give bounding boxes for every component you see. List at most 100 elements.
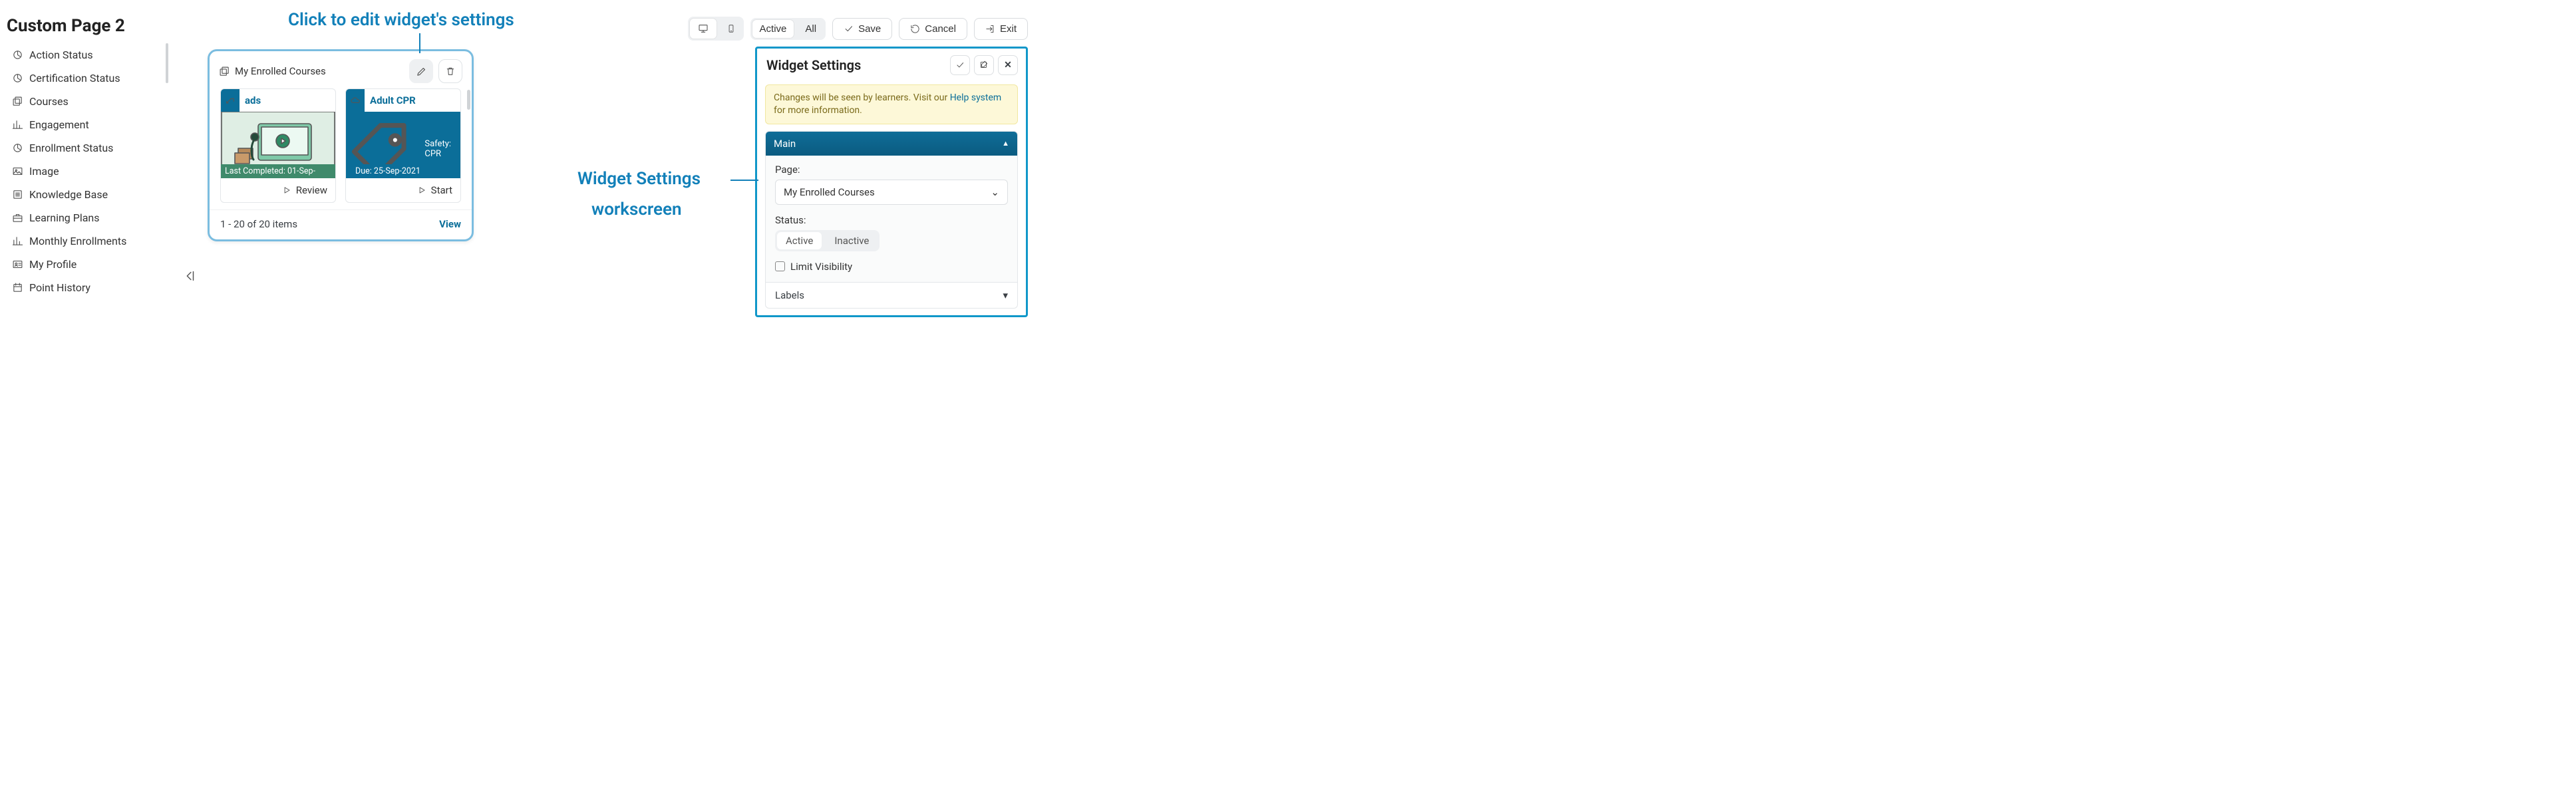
mobile-view-button[interactable] (719, 17, 744, 41)
chevron-up-icon: ▲ (1002, 139, 1009, 148)
annotation: Widget Settings (577, 169, 701, 189)
save-button[interactable]: Save (832, 18, 892, 40)
course-thumbnail: Safety: CPR Due: 25-Sep-2021 (346, 112, 460, 178)
view-all-link[interactable]: View (439, 218, 461, 230)
sidebar-item[interactable]: Engagement (12, 113, 168, 136)
filter-active-button[interactable]: Active (752, 20, 794, 38)
help-link[interactable]: Help system (950, 92, 1002, 103)
image-icon (12, 166, 23, 177)
briefcase-icon (12, 212, 23, 223)
course-card[interactable]: ads Last Completed: 01-Sep- (220, 88, 336, 203)
annotation-line (419, 33, 420, 53)
card-badge: Due: 25-Sep-2021 (346, 164, 460, 178)
exit-button[interactable]: Exit (974, 18, 1028, 40)
sidebar-item[interactable]: Certification Status (12, 66, 168, 90)
card-tag-label: Safety: CPR (424, 139, 455, 159)
sidebar: Action Status Certification Status Courses… (12, 43, 168, 299)
card-title: ads (245, 94, 261, 106)
sidebar-item-label: Action Status (29, 49, 93, 61)
sidebar-item[interactable]: Learning Plans (12, 206, 168, 229)
panel-title: Widget Settings (766, 57, 946, 73)
sidebar-item-label: Certification Status (29, 72, 120, 84)
status-filter-toggle: Active All (750, 18, 826, 40)
page-title: Custom Page 2 (7, 16, 125, 36)
edit-panel-button[interactable] (974, 55, 994, 75)
sidebar-item-label: Image (29, 165, 59, 178)
sidebar-item[interactable]: My Profile (12, 253, 168, 276)
confirm-button[interactable] (950, 55, 970, 75)
limit-visibility-checkbox[interactable]: Limit Visibility (775, 261, 1008, 273)
cloud-icon (346, 89, 365, 112)
course-card[interactable]: Adult CPR Safety: CPR Due: 25-Sep-2021 S… (345, 88, 461, 203)
alert-text-post: for more information. (774, 105, 862, 116)
share-icon (221, 89, 240, 112)
sidebar-scrollbar[interactable] (166, 43, 168, 83)
collapse-sidebar-button[interactable] (182, 269, 197, 283)
widget-settings-panel: Widget Settings ✕ Changes will be seen b… (755, 47, 1028, 317)
annotation-line (730, 180, 758, 181)
section-main-header[interactable]: Main ▲ (766, 132, 1017, 156)
sidebar-item[interactable]: Action Status (12, 43, 168, 66)
idcard-icon (12, 259, 23, 270)
status-inactive-option[interactable]: Inactive (824, 230, 880, 251)
exit-label: Exit (1000, 23, 1017, 35)
desktop-view-button[interactable] (690, 19, 717, 39)
save-label: Save (858, 23, 881, 35)
sidebar-item-label: Monthly Enrollments (29, 235, 126, 247)
status-field-label: Status: (775, 214, 1008, 226)
page-select-value: My Enrolled Courses (784, 186, 875, 198)
section-main-label: Main (774, 138, 796, 150)
cards-scrollbar[interactable] (467, 90, 470, 110)
bars-icon (12, 119, 23, 130)
course-thumbnail: Last Completed: 01-Sep- (221, 112, 335, 178)
pie-icon (12, 72, 23, 84)
sidebar-item-label: Engagement (29, 118, 89, 131)
sidebar-item[interactable]: Courses (12, 90, 168, 113)
filter-all-button[interactable]: All (796, 18, 826, 40)
annotation: Click to edit widget's settings (288, 10, 514, 30)
sidebar-item[interactable]: Knowledge Base (12, 183, 168, 206)
cancel-button[interactable]: Cancel (899, 18, 967, 40)
section-labels-label: Labels (775, 289, 804, 301)
device-toggle (688, 17, 744, 41)
chevron-down-icon: ⌄ (991, 186, 999, 198)
page-field-label: Page: (775, 164, 1008, 176)
bars-icon (12, 235, 23, 247)
sidebar-item[interactable]: Image (12, 160, 168, 183)
enrolled-courses-widget: My Enrolled Courses ads (208, 49, 474, 241)
chevron-down-icon: ▾ (1003, 289, 1008, 301)
course-cards: ads Last Completed: 01-Sep- (210, 88, 472, 209)
sidebar-item-label: Knowledge Base (29, 188, 108, 201)
calendar-icon (12, 282, 23, 293)
sidebar-item-label: Enrollment Status (29, 142, 113, 154)
card-action-label: Start (431, 184, 452, 196)
cancel-label: Cancel (925, 23, 956, 35)
card-action-label: Review (296, 184, 327, 196)
copy-icon (12, 96, 23, 107)
sidebar-item-label: Point History (29, 281, 90, 294)
panel-alert: Changes will be seen by learners. Visit … (765, 84, 1018, 124)
sidebar-item[interactable]: Point History (12, 276, 168, 299)
page-select[interactable]: My Enrolled Courses ⌄ (775, 180, 1008, 205)
sidebar-item[interactable]: Monthly Enrollments (12, 229, 168, 253)
card-action-review[interactable]: Review (221, 178, 335, 202)
sidebar-item[interactable]: Enrollment Status (12, 136, 168, 160)
section-labels-header[interactable]: Labels ▾ (765, 283, 1018, 309)
limit-visibility-label: Limit Visibility (790, 261, 852, 273)
widget-title: My Enrolled Courses (219, 65, 404, 77)
edit-widget-button[interactable] (409, 59, 433, 83)
annotation: workscreen (591, 200, 682, 219)
checkbox-box (775, 261, 785, 271)
alert-text: Changes will be seen by learners. Visit … (774, 92, 950, 103)
status-active-option[interactable]: Active (777, 232, 822, 249)
sidebar-item-label: Learning Plans (29, 211, 100, 224)
card-badge: Last Completed: 01-Sep- (221, 164, 335, 178)
list-icon (12, 189, 23, 200)
card-title: Adult CPR (370, 94, 416, 106)
close-panel-button[interactable]: ✕ (998, 55, 1018, 75)
pie-icon (12, 49, 23, 61)
card-action-start[interactable]: Start (346, 178, 460, 202)
delete-widget-button[interactable] (438, 59, 462, 83)
status-toggle: Active Inactive (775, 230, 880, 251)
widget-title-text: My Enrolled Courses (235, 65, 326, 77)
